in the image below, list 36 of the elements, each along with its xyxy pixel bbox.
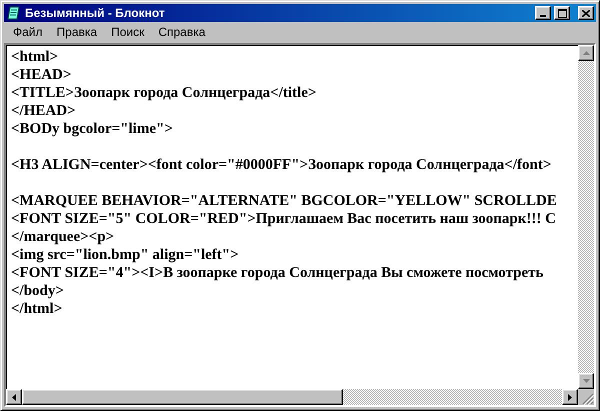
scroll-right-button[interactable]	[562, 389, 578, 405]
code-line: <FONT SIZE="5" COLOR="RED">Приглашаем Вас посетить наш зоопарк!!! С	[11, 210, 556, 228]
code-line: </body>	[11, 282, 64, 300]
menu-item[interactable]: Справка	[151, 24, 212, 38]
scroll-up-button[interactable]	[578, 45, 594, 61]
code-line: <BODy bgcolor="lime">	[11, 120, 173, 138]
menu-item[interactable]: Файл	[6, 24, 50, 38]
code-line: </HEAD>	[11, 102, 76, 120]
code-line: <MARQUEE BEHAVIOR="ALTERNATE" BGCOLOR="YELLOW" SCROLLDE	[11, 192, 557, 210]
right-arrow-icon	[568, 394, 572, 400]
code-line: <HEAD>	[11, 66, 72, 84]
minimize-button[interactable]	[535, 6, 551, 20]
up-arrow-icon	[582, 51, 590, 55]
close-icon	[582, 10, 590, 16]
horizontal-scrollbar[interactable]	[6, 389, 578, 405]
code-line: <TITLE>Зоопарк города Солнцеграда</title>	[11, 84, 316, 102]
code-line: <img src="lion.bmp" align="left">	[11, 246, 239, 264]
close-button[interactable]	[578, 6, 594, 20]
scroll-thumb[interactable]	[22, 389, 343, 405]
code-line: </html>	[11, 300, 62, 318]
resize-grip-icon[interactable]	[582, 393, 594, 405]
code-line: <FONT SIZE="4"><I>В зоопарке города Солнцеграда Вы сможете посмотреть	[11, 264, 544, 282]
vertical-scrollbar[interactable]	[578, 45, 594, 389]
notepad-icon	[6, 5, 22, 21]
scroll-left-button[interactable]	[6, 389, 22, 405]
maximize-icon	[558, 8, 566, 18]
code-line: <html>	[11, 48, 58, 66]
code-line: </marquee><p>	[11, 228, 114, 246]
window-title: Безымянный - Блокнот	[25, 6, 166, 20]
maximize-button[interactable]	[554, 6, 570, 20]
left-arrow-icon	[12, 394, 16, 400]
down-arrow-icon	[582, 379, 590, 383]
menu-item[interactable]: Правка	[50, 24, 104, 38]
scroll-down-button[interactable]	[578, 373, 594, 389]
code-line: <H3 ALIGN=center><font color="#0000FF">Зоопарк города Солнцеграда</font>	[11, 156, 552, 174]
menu-item[interactable]: Поиск	[104, 24, 152, 38]
